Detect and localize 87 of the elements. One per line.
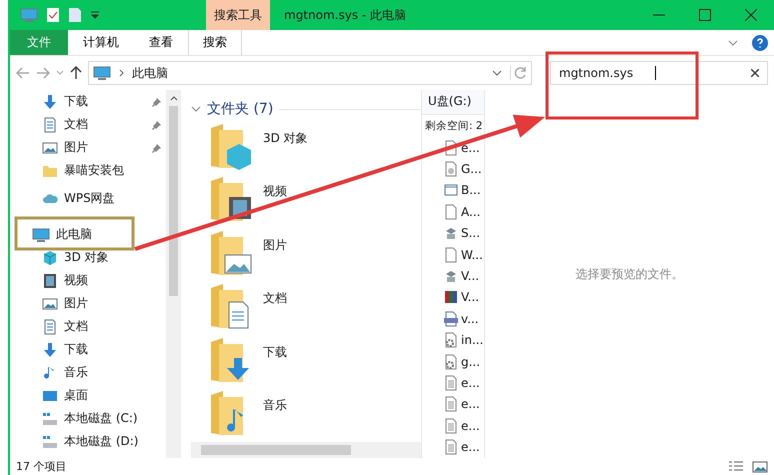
nav-item[interactable]: 本地磁盘 (D:): [10, 430, 166, 453]
nav-item[interactable]: 视频: [10, 269, 166, 292]
maximize-icon[interactable]: [699, 9, 711, 21]
nav-item[interactable]: 图片: [10, 136, 166, 159]
down-arrow-icon: [42, 342, 58, 358]
picture-icon: [42, 140, 58, 156]
file-item[interactable]: g...: [422, 350, 484, 372]
nav-item[interactable]: 音乐: [10, 361, 166, 384]
nav-item[interactable]: 本地磁盘 (C:): [10, 407, 166, 430]
context-tab-label: 搜索工具: [206, 0, 270, 30]
text-file-icon: [444, 396, 458, 412]
folder-tile[interactable]: 下载: [191, 336, 421, 390]
blank-file-icon: [444, 246, 458, 263]
folder-tile[interactable]: 文档: [191, 282, 421, 336]
scrollbar[interactable]: [166, 90, 181, 458]
bmp-file-icon: [444, 310, 458, 327]
computer-icon: [20, 7, 38, 23]
nav-item[interactable]: 图片: [10, 292, 166, 315]
scroll-up-icon[interactable]: [170, 94, 178, 102]
chevron-down-icon[interactable]: [492, 70, 502, 76]
details-view-icon[interactable]: [728, 460, 744, 474]
down-arrow-icon: [42, 94, 58, 110]
file-item[interactable]: V...: [422, 286, 484, 308]
nav-item[interactable]: 此电脑: [10, 223, 166, 246]
nav-item[interactable]: 文档: [10, 315, 166, 338]
text-file-icon: [444, 374, 458, 391]
up-arrow-icon[interactable]: [70, 66, 82, 80]
file-item[interactable]: S...: [422, 222, 484, 244]
nav-item[interactable]: 文档: [10, 113, 166, 136]
properties-icon[interactable]: [46, 7, 60, 23]
folder-tile[interactable]: 音乐: [191, 389, 421, 442]
file-item[interactable]: v...: [422, 308, 484, 330]
chevron-icon[interactable]: [191, 105, 201, 113]
file-item[interactable]: e...: [422, 436, 484, 458]
nav-item[interactable]: 下载: [10, 338, 166, 361]
folder-tile[interactable]: 视频: [191, 175, 421, 229]
search-field[interactable]: mgtnom.sys: [550, 61, 768, 85]
window-file-icon: [444, 182, 458, 198]
free-space-label: 剩余空间: 2: [424, 118, 484, 134]
disk-drive-icon: [42, 410, 58, 426]
address-bar[interactable]: 此电脑: [88, 61, 532, 85]
chevron-right-icon: [119, 69, 124, 77]
nav-item[interactable]: 暴喵安装包: [10, 159, 166, 182]
file-item[interactable]: A...: [422, 201, 484, 222]
item-count: 17 个项目: [16, 459, 68, 474]
folder-tile[interactable]: 3D 对象: [191, 122, 421, 176]
file-item[interactable]: in...: [422, 329, 484, 351]
file-item[interactable]: W...: [422, 244, 484, 266]
disc-file-icon: [444, 160, 458, 177]
nav-item[interactable]: 3D 对象: [10, 246, 166, 269]
ribbon-tab[interactable]: 搜索: [188, 30, 242, 55]
setup-file-icon: [444, 225, 458, 242]
chevron-down-icon[interactable]: [728, 40, 738, 46]
file-item[interactable]: V...: [422, 265, 484, 287]
thumbnail-view-icon[interactable]: [752, 460, 768, 474]
disk-drive-icon: [42, 434, 58, 450]
preview-message: 选择要预览的文件。: [576, 266, 684, 282]
clear-icon[interactable]: [751, 69, 759, 77]
text-file-icon: [444, 439, 458, 456]
film-icon: [42, 272, 58, 288]
nav-item[interactable]: WPS网盘: [10, 187, 166, 210]
file-item[interactable]: e...: [422, 415, 484, 436]
dropdown-icon[interactable]: [90, 10, 100, 20]
computer-icon: [32, 226, 50, 242]
help-icon[interactable]: [752, 34, 768, 50]
file-item[interactable]: e...: [422, 394, 484, 416]
folder-tile[interactable]: 图片: [191, 228, 421, 282]
scrollbar[interactable]: [191, 442, 421, 458]
group-heading: 文件夹 (7): [207, 100, 274, 118]
file-item[interactable]: B...: [422, 180, 484, 202]
document-icon: [42, 116, 58, 132]
close-icon[interactable]: [745, 9, 757, 21]
file-item[interactable]: e...: [422, 372, 484, 394]
cube-icon: [42, 250, 58, 266]
document-icon: [42, 318, 58, 334]
gear-file-icon: [444, 354, 458, 370]
drive-pane-title: U盘(G:): [422, 90, 484, 115]
archive-file-icon: [444, 289, 458, 306]
picture-icon: [42, 296, 58, 312]
gear-file-icon: [444, 332, 458, 348]
window-title: mgtnom.sys - 此电脑: [283, 6, 408, 24]
file-item[interactable]: G...: [422, 158, 484, 180]
nav-item[interactable]: 桌面: [10, 384, 166, 407]
nav-item[interactable]: 下载: [10, 90, 166, 113]
blank-file-icon: [444, 204, 458, 220]
text-file-icon: [444, 418, 458, 434]
computer-icon: [93, 65, 111, 81]
